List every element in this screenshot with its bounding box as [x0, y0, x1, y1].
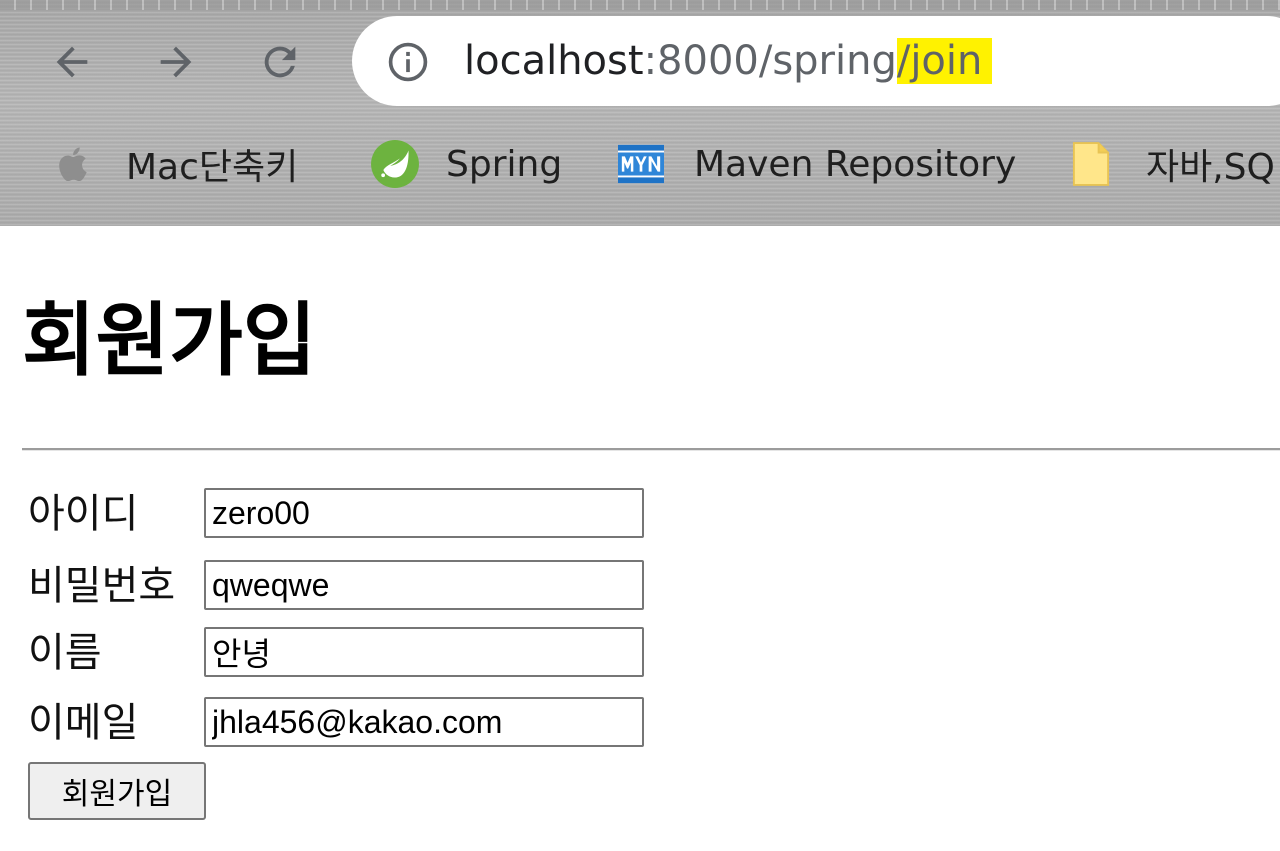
id-label: 아이디 — [28, 491, 139, 537]
address-bar[interactable]: localhost:8000/spring/join — [352, 16, 1280, 106]
reload-icon — [264, 46, 296, 78]
bookmark-mac-shortcuts[interactable]: Mac단축키 — [52, 134, 298, 194]
bookmarks-bar: Mac단축키 Spring Maven Repository 자바,SQ — [0, 134, 1280, 194]
bookmark-label: 자바,SQ — [1146, 147, 1275, 188]
apple-icon — [59, 147, 87, 182]
spring-leaf-icon — [371, 140, 419, 188]
signup-submit-button[interactable]: 회원가입 — [28, 762, 206, 820]
email-input[interactable] — [204, 697, 644, 747]
back-button[interactable] — [44, 34, 100, 90]
password-input[interactable] — [204, 560, 644, 610]
forward-button[interactable] — [148, 34, 204, 90]
url-highlighted-path: /join — [896, 38, 993, 84]
url-path: :8000/spring — [643, 38, 897, 84]
browser-toolbar: localhost:8000/spring/join Mac단축키 Spring — [0, 0, 1280, 226]
bookmark-folder-java-sql[interactable]: 자바,SQ — [1072, 134, 1275, 194]
arrow-left-icon — [56, 46, 88, 78]
password-label: 비밀번호 — [28, 563, 176, 609]
name-label: 이름 — [28, 630, 102, 676]
name-input[interactable] — [204, 627, 644, 677]
id-input[interactable] — [204, 488, 644, 538]
arrow-right-icon — [160, 46, 192, 78]
bookmark-label: Mac단축키 — [126, 147, 299, 188]
tab-strip-edge — [0, 0, 1280, 10]
folder-icon — [1072, 142, 1110, 186]
bookmark-label: Maven Repository — [694, 143, 1017, 185]
page-title: 회원가입 — [22, 294, 317, 387]
bookmark-maven-repository[interactable]: Maven Repository — [618, 134, 1016, 194]
bookmark-label: Spring — [446, 143, 563, 185]
reload-button[interactable] — [252, 34, 308, 90]
bookmark-spring[interactable]: Spring — [370, 134, 562, 194]
url-host: localhost — [464, 38, 644, 84]
info-circle-icon[interactable] — [386, 40, 430, 84]
url-text[interactable]: localhost:8000/spring/join — [464, 34, 993, 88]
divider — [22, 448, 1280, 451]
email-label: 이메일 — [28, 700, 139, 746]
mvn-icon — [618, 144, 664, 184]
